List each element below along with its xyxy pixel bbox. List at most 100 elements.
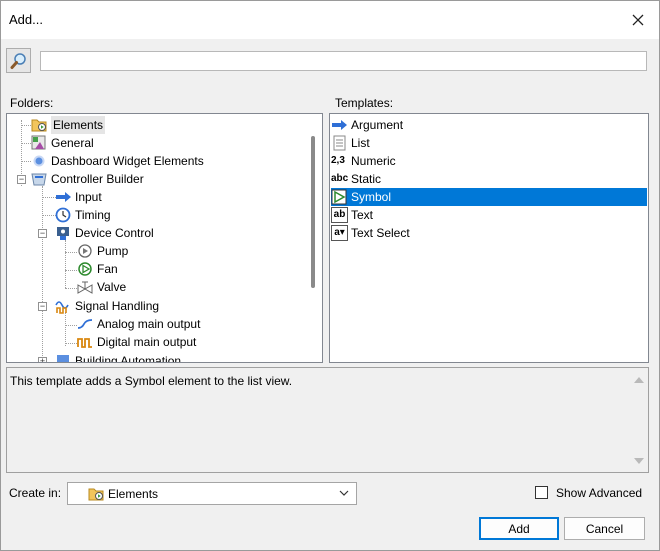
list-icon bbox=[331, 135, 348, 151]
folder-elements-icon bbox=[31, 117, 48, 133]
digital-pulse-icon bbox=[77, 334, 94, 350]
templates-list[interactable]: Argument List 2,3 Numeric abc Static Sym… bbox=[329, 113, 649, 363]
template-label: Text bbox=[351, 208, 374, 222]
expander-signal-handling[interactable]: − bbox=[38, 302, 47, 311]
scrollbar-thumb[interactable] bbox=[311, 136, 315, 288]
template-item-symbol[interactable]: Symbol bbox=[331, 188, 647, 206]
tree-line bbox=[21, 125, 31, 126]
analog-wave-icon bbox=[77, 316, 94, 332]
text-select-icon: a▾ bbox=[331, 225, 348, 241]
tree-line bbox=[65, 252, 77, 253]
valve-icon bbox=[77, 279, 94, 295]
template-item-text[interactable]: ab Text bbox=[331, 206, 647, 224]
tree-item-dashboard-widget-elements[interactable]: Dashboard Widget Elements bbox=[31, 152, 204, 170]
tree-item-elements[interactable]: Elements bbox=[31, 116, 106, 134]
arrow-right-icon bbox=[55, 189, 72, 205]
tree-item-label: Fan bbox=[97, 262, 118, 276]
tree-item-fan[interactable]: Fan bbox=[77, 260, 118, 278]
tree-item-valve[interactable]: Valve bbox=[77, 278, 126, 296]
create-in-dropdown[interactable]: Elements bbox=[67, 482, 357, 505]
tree-item-device-control[interactable]: Device Control bbox=[55, 224, 154, 242]
pump-icon bbox=[77, 243, 94, 259]
tree-item-label: Digital main output bbox=[97, 335, 197, 349]
search-input[interactable] bbox=[40, 51, 647, 71]
create-in-value: Elements bbox=[108, 486, 159, 501]
tree-item-input[interactable]: Input bbox=[55, 188, 102, 206]
tree-item-label: Controller Builder bbox=[51, 172, 144, 186]
template-item-list[interactable]: List bbox=[331, 134, 647, 152]
template-label: List bbox=[351, 136, 370, 150]
tree-line bbox=[42, 215, 56, 216]
tree-item-building-automation[interactable]: Building Automation bbox=[55, 352, 182, 363]
tree-item-label: Device Control bbox=[75, 226, 154, 240]
scroll-up-icon[interactable] bbox=[634, 377, 644, 383]
clock-icon bbox=[55, 207, 72, 223]
template-label: Symbol bbox=[351, 190, 392, 204]
scroll-down-icon[interactable] bbox=[634, 458, 644, 464]
symbol-play-icon bbox=[331, 189, 348, 205]
description-panel: This template adds a Symbol element to t… bbox=[6, 367, 649, 473]
argument-arrow-icon bbox=[331, 117, 348, 133]
tree-line bbox=[65, 343, 77, 344]
tree-item-pump[interactable]: Pump bbox=[77, 242, 128, 260]
folders-scrollbar[interactable] bbox=[305, 114, 322, 362]
search-icon bbox=[10, 52, 26, 69]
tree-item-controller-builder[interactable]: Controller Builder bbox=[31, 170, 144, 188]
signal-handling-icon bbox=[55, 298, 72, 314]
tree-line bbox=[42, 186, 43, 362]
template-label: Text Select bbox=[351, 226, 410, 240]
expander-device-control[interactable]: − bbox=[38, 229, 47, 238]
fan-icon bbox=[77, 261, 94, 277]
tree-item-digital-main-output[interactable]: Digital main output bbox=[77, 333, 196, 351]
template-item-argument[interactable]: Argument bbox=[331, 116, 647, 134]
tree-line bbox=[65, 288, 77, 289]
show-advanced-label: Show Advanced bbox=[556, 486, 643, 500]
tree-line bbox=[65, 240, 66, 288]
tree-item-label: Signal Handling bbox=[75, 299, 160, 313]
add-button[interactable]: Add bbox=[479, 517, 559, 540]
tree-item-label: Timing bbox=[75, 208, 111, 222]
tree-line bbox=[21, 161, 31, 162]
cancel-button[interactable]: Cancel bbox=[564, 517, 645, 540]
text-icon: ab bbox=[331, 207, 348, 223]
description-text: This template adds a Symbol element to t… bbox=[10, 374, 293, 388]
general-icon bbox=[31, 135, 48, 151]
close-icon bbox=[632, 14, 644, 26]
tree-line bbox=[21, 143, 31, 144]
numeric-icon: 2,3 bbox=[331, 155, 345, 166]
add-dialog: Add... Folders: Templates: − − − + Eleme… bbox=[0, 0, 660, 551]
tree-item-general[interactable]: General bbox=[31, 134, 94, 152]
chevron-down-icon bbox=[339, 490, 349, 496]
templates-label: Templates: bbox=[335, 96, 394, 110]
tree-item-label: Input bbox=[75, 190, 102, 204]
folder-elements-icon bbox=[88, 486, 105, 502]
tree-line bbox=[65, 325, 77, 326]
tree-item-label: Elements bbox=[51, 116, 106, 134]
expander-building-automation[interactable]: + bbox=[38, 357, 47, 362]
template-item-static[interactable]: abc Static bbox=[331, 170, 647, 188]
static-text-icon: abc bbox=[331, 173, 349, 184]
template-item-numeric[interactable]: 2,3 Numeric bbox=[331, 152, 647, 170]
tree-line bbox=[65, 270, 77, 271]
tree-item-label: Analog main output bbox=[97, 317, 201, 331]
device-control-icon bbox=[55, 225, 72, 241]
dialog-title: Add... bbox=[9, 12, 43, 27]
title-bar: Add... bbox=[1, 1, 659, 39]
tree-item-timing[interactable]: Timing bbox=[55, 206, 111, 224]
template-label: Argument bbox=[351, 118, 404, 132]
search-button[interactable] bbox=[6, 48, 31, 73]
tree-item-label: Valve bbox=[97, 280, 127, 294]
tree-item-analog-main-output[interactable]: Analog main output bbox=[77, 315, 200, 333]
tree-item-label: General bbox=[51, 136, 94, 150]
close-button[interactable] bbox=[625, 7, 651, 33]
template-label: Static bbox=[351, 172, 382, 186]
show-advanced-checkbox[interactable] bbox=[535, 486, 548, 499]
tree-item-signal-handling[interactable]: Signal Handling bbox=[55, 297, 159, 315]
tree-line bbox=[65, 312, 66, 346]
create-in-label: Create in: bbox=[9, 486, 62, 500]
expander-controller-builder[interactable]: − bbox=[17, 175, 26, 184]
folders-tree[interactable]: − − − + Elements General Dashboard Widge… bbox=[6, 113, 323, 363]
building-icon bbox=[55, 353, 72, 362]
tree-item-label: Building Automation bbox=[75, 354, 182, 363]
template-item-text-select[interactable]: a▾ Text Select bbox=[331, 224, 647, 242]
